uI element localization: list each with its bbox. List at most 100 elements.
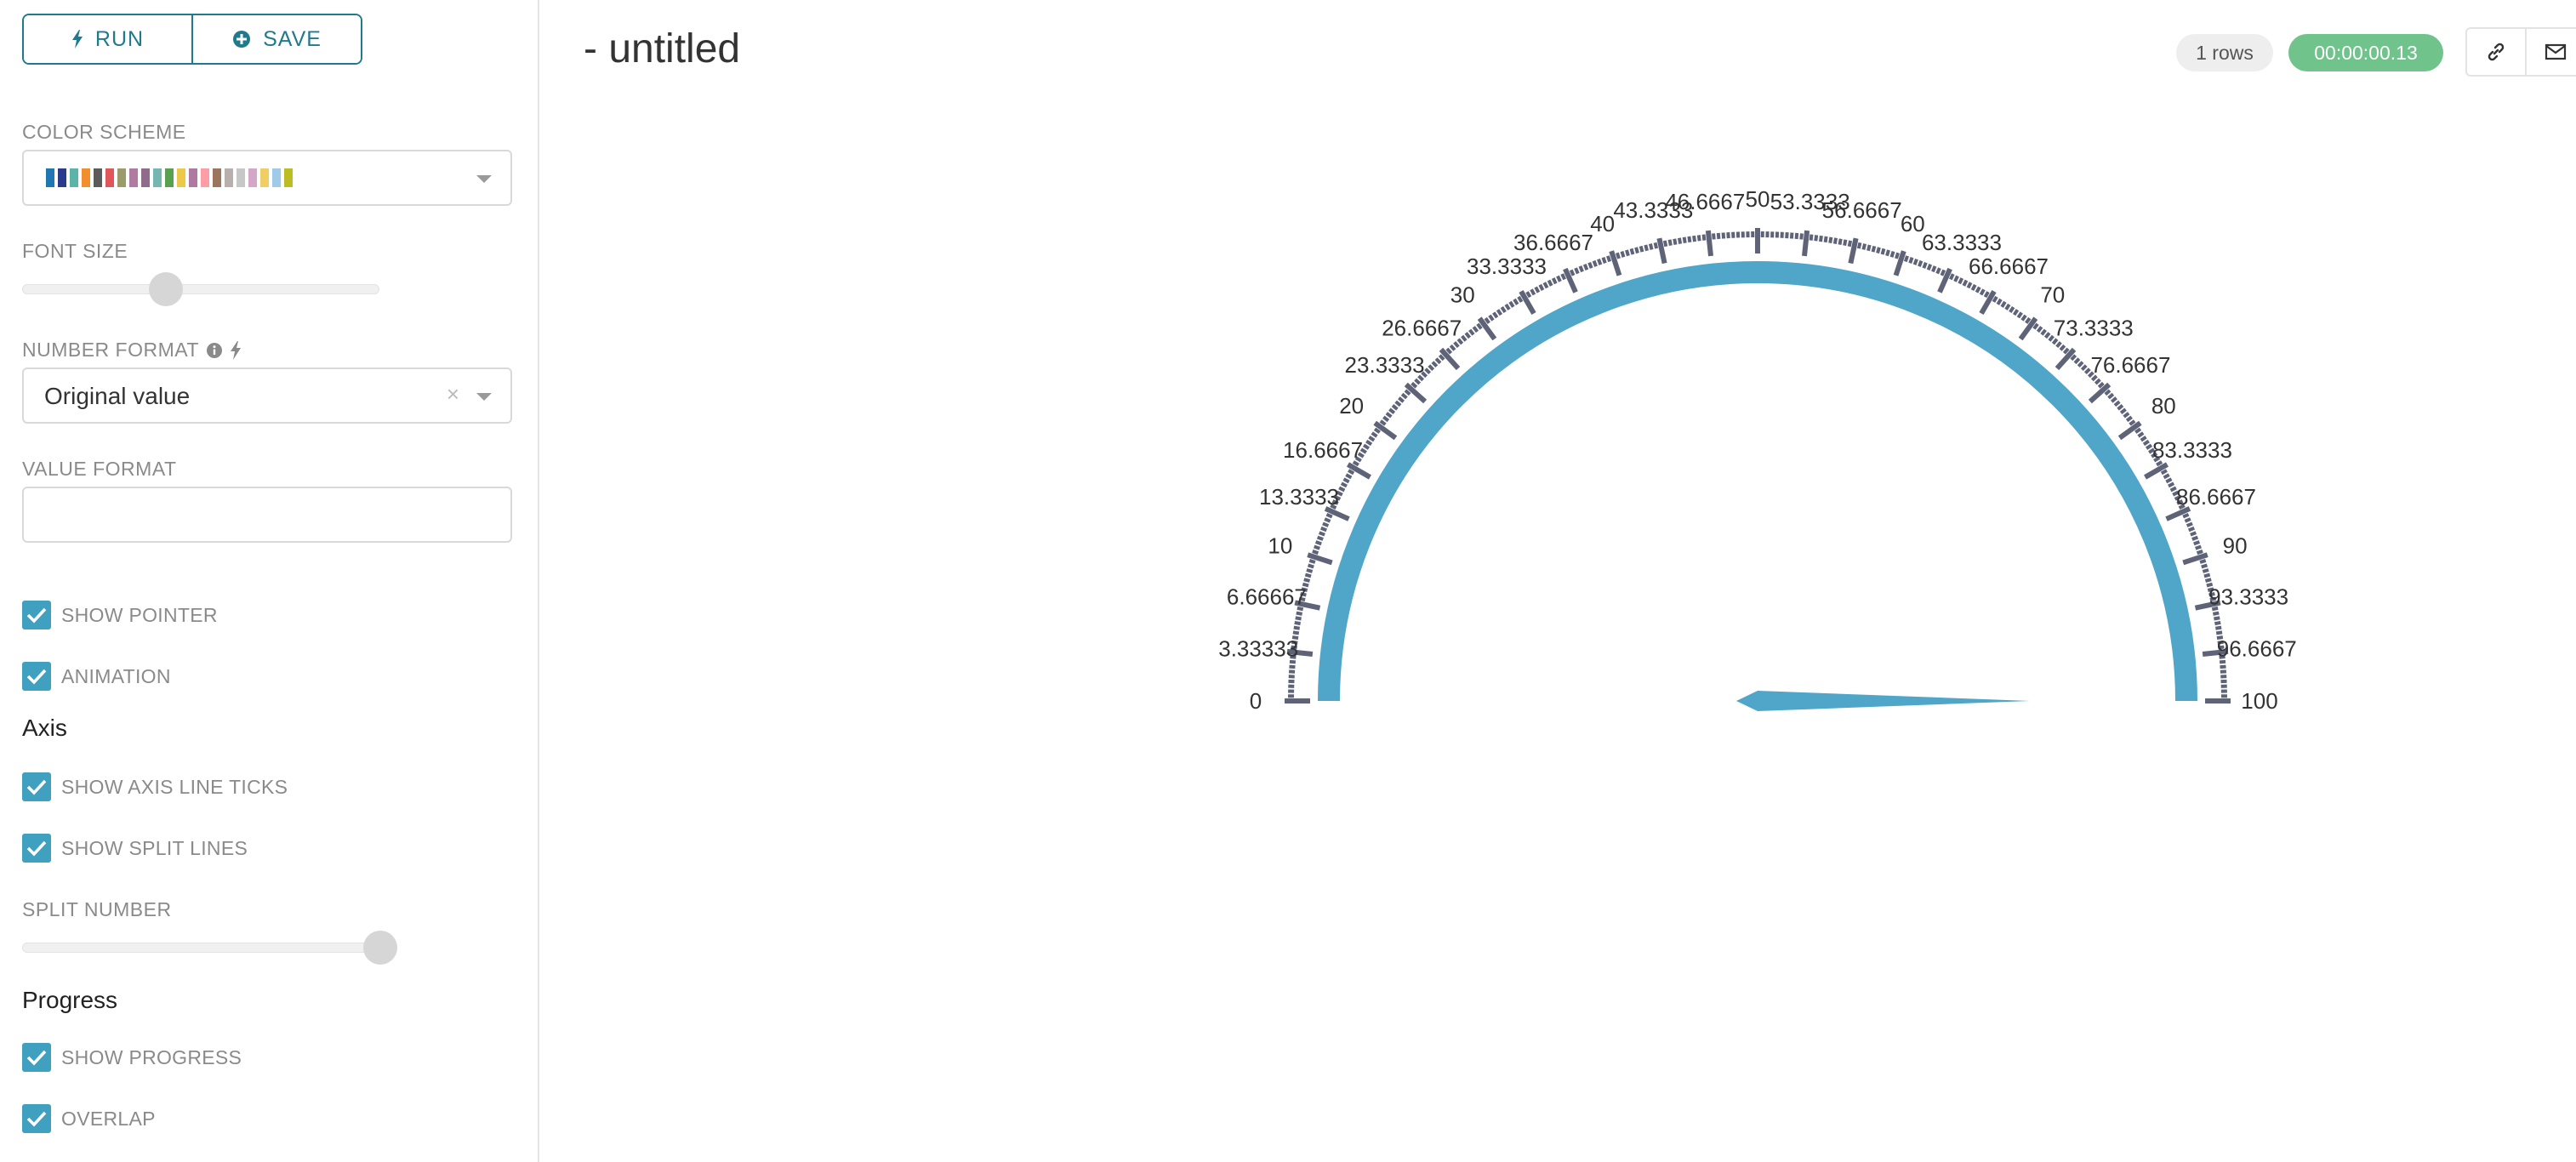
- gauge-minor-tick: [2032, 322, 2039, 330]
- run-label: RUN: [94, 26, 145, 51]
- gauge-minor-tick: [2195, 544, 2202, 550]
- gauge-minor-tick: [2182, 512, 2190, 519]
- gauge-minor-tick: [1371, 431, 1378, 438]
- share-email-button[interactable]: [2525, 27, 2576, 77]
- gauge-tick-label: 70: [2040, 282, 2065, 308]
- font-size-slider[interactable]: [22, 272, 379, 306]
- gauge-minor-tick: [1970, 283, 1977, 291]
- gauge-minor-tick: [1538, 283, 1545, 291]
- gauge-minor-tick: [1996, 298, 2003, 305]
- overlap-option[interactable]: OVERLAP: [22, 1104, 156, 1133]
- gauge-minor-tick: [2191, 535, 2199, 541]
- gauge-minor-tick: [1303, 578, 1311, 583]
- color-swatch: [201, 168, 209, 187]
- show-split-lines-label: SHOW SPLIT LINES: [61, 836, 248, 859]
- gauge-minor-tick: [2214, 625, 2222, 630]
- gauge-minor-tick: [2142, 439, 2150, 447]
- show-axis-line-ticks-label: SHOW AXIS LINE TICKS: [61, 775, 288, 798]
- link-icon: [2488, 43, 2505, 61]
- checkmark-icon: [26, 1050, 47, 1066]
- show-progress-option[interactable]: SHOW PROGRESS: [22, 1043, 242, 1072]
- show-pointer-checkbox[interactable]: [22, 601, 51, 629]
- color-swatch: [141, 168, 150, 187]
- checkmark-icon: [26, 779, 47, 795]
- chevron-down-icon: [476, 393, 492, 401]
- gauge-minor-tick: [2134, 427, 2142, 434]
- gauge-minor-tick: [1484, 316, 1490, 324]
- bolt-icon[interactable]: [230, 340, 242, 360]
- gauge-tick-label: 90: [2223, 533, 2248, 559]
- show-progress-checkbox[interactable]: [22, 1043, 51, 1072]
- font-size-label: FONT SIZE: [22, 240, 128, 262]
- chart-title[interactable]: - untitled: [584, 26, 740, 72]
- gauge-minor-tick: [1534, 286, 1541, 293]
- run-button[interactable]: RUN: [24, 15, 191, 63]
- gauge-minor-tick: [1542, 282, 1549, 289]
- gauge-chart: 0 3.33333 6.66667 10 13.3333 16.6667 20 23.3333…: [1218, 186, 2297, 714]
- overlap-checkbox[interactable]: [22, 1104, 51, 1133]
- split-number-slider[interactable]: [22, 931, 397, 965]
- gauge-minor-tick: [2190, 531, 2197, 537]
- gauge-minor-tick: [1411, 381, 1418, 389]
- gauge-minor-tick: [1391, 404, 1399, 411]
- gauge-minor-tick: [2137, 431, 2145, 438]
- gauge-minor-tick: [2199, 559, 2207, 564]
- show-split-lines-checkbox[interactable]: [22, 834, 51, 863]
- color-swatch: [58, 168, 66, 187]
- save-button[interactable]: SAVE: [191, 15, 361, 63]
- show-split-lines-option[interactable]: SHOW SPLIT LINES: [22, 834, 248, 863]
- animation-option[interactable]: ANIMATION: [22, 662, 171, 691]
- show-axis-line-ticks-option[interactable]: SHOW AXIS LINE TICKS: [22, 772, 288, 801]
- gauge-minor-tick: [2094, 378, 2101, 385]
- control-panel: RUN SAVE COLOR SCHEME FONT SIZE NUMBER F…: [0, 0, 539, 1162]
- gauge-minor-tick: [2097, 381, 2105, 389]
- show-axis-line-ticks-checkbox[interactable]: [22, 772, 51, 801]
- gauge-minor-tick: [2125, 415, 2133, 423]
- color-swatch: [213, 168, 221, 187]
- gauge-minor-tick: [1922, 261, 1928, 269]
- split-number-label: SPLIT NUMBER: [22, 898, 172, 920]
- checkmark-icon: [26, 840, 47, 857]
- gauge-minor-tick: [1926, 264, 1933, 271]
- gauge-minor-tick: [1601, 257, 1607, 264]
- split-number-slider-handle[interactable]: [363, 931, 397, 965]
- value-format-input[interactable]: [22, 487, 512, 543]
- gauge-minor-tick: [1876, 247, 1881, 254]
- gauge-minor-tick: [2073, 357, 2081, 365]
- gauge-tick-label: 63.3333: [1922, 230, 2002, 255]
- gauge-split-line: [1801, 230, 1810, 257]
- gauge-minor-tick: [1696, 235, 1701, 242]
- gauge-minor-tick: [2070, 354, 2077, 362]
- gauge-minor-tick: [1662, 240, 1668, 248]
- gauge-minor-tick: [1832, 237, 1838, 244]
- gauge-minor-tick: [2168, 481, 2175, 488]
- gauge-minor-tick: [1322, 521, 1330, 527]
- color-scheme-select[interactable]: [22, 150, 512, 206]
- gauge-minor-tick: [2004, 303, 2011, 310]
- gauge-tick-label: 73.3333: [2054, 316, 2134, 341]
- gauge-minor-tick: [1492, 311, 1499, 319]
- animation-checkbox[interactable]: [22, 662, 51, 691]
- number-format-value: Original value: [44, 383, 191, 409]
- gauge-minor-tick: [1931, 265, 1937, 273]
- info-circle-icon[interactable]: [206, 342, 223, 359]
- gauge-minor-tick: [2113, 400, 2121, 407]
- gauge-minor-tick: [1712, 233, 1716, 240]
- gauge-minor-tick: [2169, 486, 2177, 493]
- gauge-minor-tick: [1692, 235, 1697, 242]
- gauge-minor-tick: [1394, 400, 1402, 407]
- font-size-slider-handle[interactable]: [149, 272, 183, 306]
- number-format-select[interactable]: Original value ×: [22, 367, 512, 424]
- gauge-minor-tick: [1289, 659, 1297, 664]
- gauge-minor-tick: [2165, 477, 2173, 484]
- gauge-minor-tick: [1464, 332, 1472, 339]
- gauge-tick-label: 20: [1339, 393, 1364, 419]
- gauge-minor-tick: [1434, 357, 1442, 365]
- gauge-minor-tick: [1582, 264, 1589, 271]
- copy-link-button[interactable]: [2465, 27, 2527, 77]
- mail-icon: [2545, 43, 2567, 60]
- show-pointer-option[interactable]: SHOW POINTER: [22, 601, 218, 629]
- gauge-minor-tick: [1908, 257, 1914, 264]
- clear-icon[interactable]: ×: [447, 381, 459, 407]
- gauge-minor-tick: [1644, 244, 1649, 252]
